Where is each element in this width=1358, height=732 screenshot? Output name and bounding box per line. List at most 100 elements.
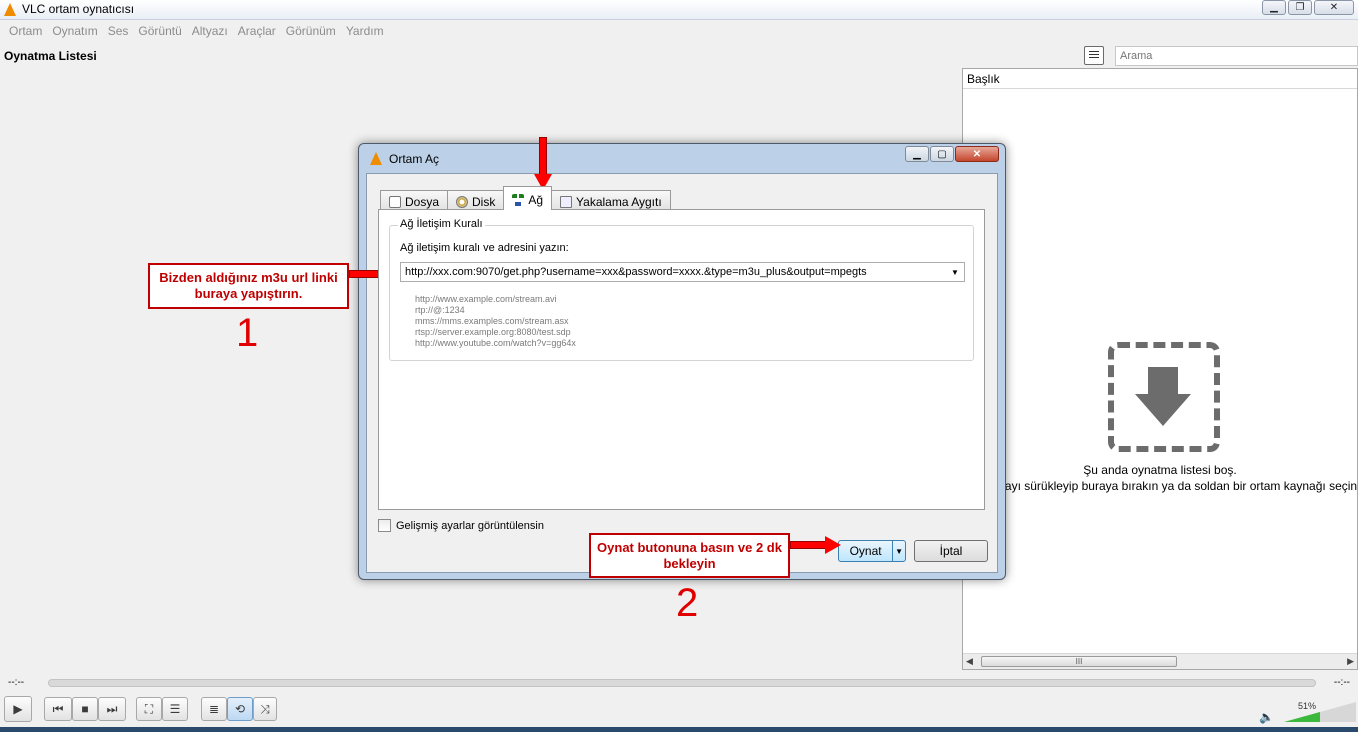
instruction-note-paste-url: Bizden aldığınız m3u url linki buraya ya…: [148, 263, 349, 309]
advanced-options-checkbox[interactable]: [378, 519, 391, 532]
dialog-close-button[interactable]: ✕: [955, 146, 999, 162]
close-button[interactable]: ✕: [1314, 0, 1354, 15]
network-tab-panel: Ağ İletişim Kuralı Ağ iletişim kuralı ve…: [378, 209, 985, 510]
extended-settings-button[interactable]: ☰: [162, 697, 188, 721]
advanced-options-toggle[interactable]: Gelişmiş ayarlar görüntülensin: [378, 519, 544, 532]
drop-arrow-head-icon: [1135, 394, 1191, 426]
taskbar: [0, 727, 1358, 732]
chevron-down-icon[interactable]: ▼: [892, 541, 905, 561]
example-url: rtsp://server.example.org:8080/test.sdp: [415, 327, 571, 337]
example-url: mms://mms.examples.com/stream.asx: [415, 316, 569, 326]
playlist-view-icon[interactable]: [1084, 46, 1104, 65]
group-title: Ağ İletişim Kuralı: [398, 218, 485, 230]
open-media-dialog: Ortam Aç ▁ ▢ ✕ Dosya Disk Ağ Yakalama Ay…: [358, 143, 1006, 580]
tab-network[interactable]: Ağ: [503, 186, 553, 210]
dialog-minimize-button[interactable]: ▁: [905, 146, 929, 162]
tab-capture-device[interactable]: Yakalama Aygıtı: [551, 190, 671, 210]
playlist-header: Oynatma Listesi: [4, 49, 97, 63]
playlist-icon: ≣: [208, 702, 220, 716]
example-url: http://www.example.com/stream.avi: [415, 294, 557, 304]
network-url-input[interactable]: http://xxx.com:9070/get.php?username=xxx…: [400, 262, 965, 282]
dialog-tabs: Dosya Disk Ağ Yakalama Aygıtı: [380, 186, 671, 210]
file-icon: [389, 196, 401, 208]
network-icon: [512, 194, 525, 206]
stop-icon: ■: [81, 702, 89, 716]
play-icon: ▶: [13, 702, 23, 716]
search-input[interactable]: [1115, 46, 1358, 66]
menu-bar: Ortam Oynatım Ses Görüntü Altyazı Araçla…: [0, 21, 1358, 41]
drop-arrow-icon: [1148, 367, 1178, 395]
stop-button[interactable]: ■: [72, 697, 98, 721]
menu-playback[interactable]: Oynatım: [47, 21, 102, 41]
dialog-window-controls: ▁ ▢ ✕: [905, 146, 999, 162]
network-protocol-group: Ağ İletişim Kuralı Ağ iletişim kuralı ve…: [389, 218, 974, 361]
scrollbar-thumb[interactable]: III: [981, 656, 1177, 667]
step-number-2: 2: [676, 581, 699, 625]
chevron-down-icon[interactable]: ▼: [946, 263, 964, 281]
play-dialog-label: Oynat: [849, 544, 882, 558]
menu-audio[interactable]: Ses: [103, 21, 134, 41]
window-titlebar: VLC ortam oynatıcısı ▁ ❐ ✕: [0, 0, 1358, 20]
playlist-toggle-button[interactable]: ≣: [201, 697, 227, 721]
disc-icon: [456, 196, 469, 208]
loop-button[interactable]: ⟲: [227, 697, 253, 721]
tab-file-label: Dosya: [405, 195, 440, 209]
volume-level-fill: [1284, 712, 1320, 722]
scroll-right-icon[interactable]: ▶: [1347, 656, 1354, 667]
menu-help[interactable]: Yardım: [341, 21, 389, 41]
shuffle-icon: ⤨: [260, 701, 270, 716]
speaker-icon[interactable]: 🔈: [1259, 710, 1274, 724]
play-button[interactable]: ▶: [4, 696, 32, 722]
vlc-cone-icon: [4, 3, 16, 16]
url-examples: http://www.example.com/stream.avi rtp://…: [415, 294, 576, 349]
dialog-title: Ortam Aç: [389, 152, 440, 166]
scroll-left-icon[interactable]: ◀: [966, 656, 973, 667]
cancel-button[interactable]: İptal: [914, 540, 988, 562]
next-button[interactable]: ⏭: [98, 697, 126, 721]
equalizer-icon: ☰: [169, 702, 181, 716]
empty-playlist-message: Şu anda oynatma listesi boş.: [1083, 463, 1237, 477]
url-field-label: Ağ iletişim kuralı ve adresini yazın:: [400, 242, 569, 254]
window-title: VLC ortam oynatıcısı: [22, 2, 135, 16]
menu-view[interactable]: Görünüm: [281, 21, 341, 41]
time-elapsed: --:--: [8, 677, 25, 688]
menu-subtitle[interactable]: Altyazı: [187, 21, 233, 41]
fullscreen-icon: ⛶: [144, 701, 154, 716]
advanced-options-label: Gelişmiş ayarlar görüntülensin: [396, 519, 544, 532]
annotation-arrow-network-tab: [534, 137, 552, 191]
minimize-button[interactable]: ▁: [1262, 0, 1286, 15]
tab-capture-label: Yakalama Aygıtı: [576, 195, 662, 209]
tab-file[interactable]: Dosya: [380, 190, 449, 210]
annotation-arrow-play: [790, 536, 842, 554]
example-url: rtp://@:1234: [415, 305, 465, 315]
menu-video[interactable]: Görüntü: [133, 21, 186, 41]
column-header-title[interactable]: Başlık: [963, 69, 1357, 89]
time-total: --:--: [1333, 677, 1350, 688]
capture-device-icon: [560, 196, 573, 208]
vlc-cone-icon: [370, 152, 382, 165]
empty-playlist-hint: Dosyayı sürükleyip buraya bırakın ya da …: [977, 479, 1358, 493]
window-controls: ▁ ❐ ✕: [1262, 0, 1354, 15]
fullscreen-button[interactable]: ⛶: [136, 697, 162, 721]
menu-tools[interactable]: Araçlar: [233, 21, 281, 41]
dialog-body: Dosya Disk Ağ Yakalama Aygıtı Ağ İletişi…: [366, 173, 998, 573]
dialog-maximize-button[interactable]: ▢: [930, 146, 954, 162]
next-icon: ⏭: [106, 701, 118, 716]
shuffle-button[interactable]: ⤨: [253, 697, 277, 721]
tab-disc[interactable]: Disk: [447, 190, 505, 210]
horizontal-scrollbar[interactable]: ◀ III ▶: [963, 653, 1357, 669]
playlist-panel: Başlık Şu anda oynatma listesi boş. Dosy…: [962, 68, 1358, 670]
instruction-note-press-play: Oynat butonuna basın ve 2 dk bekleyin: [589, 533, 790, 578]
tab-disc-label: Disk: [472, 195, 496, 209]
step-number-1: 1: [236, 311, 259, 355]
play-dialog-button[interactable]: Oynat ▼: [838, 540, 906, 562]
tab-network-label: Ağ: [528, 193, 544, 207]
menu-media[interactable]: Ortam: [4, 21, 47, 41]
seek-bar[interactable]: [48, 679, 1316, 687]
previous-icon: ⏮: [52, 701, 64, 716]
maximize-button[interactable]: ❐: [1288, 0, 1312, 15]
previous-button[interactable]: ⏮: [44, 697, 72, 721]
example-url: http://www.youtube.com/watch?v=gg64x: [415, 338, 576, 348]
loop-icon: ⟲: [234, 702, 246, 716]
url-value: http://xxx.com:9070/get.php?username=xxx…: [405, 266, 867, 278]
